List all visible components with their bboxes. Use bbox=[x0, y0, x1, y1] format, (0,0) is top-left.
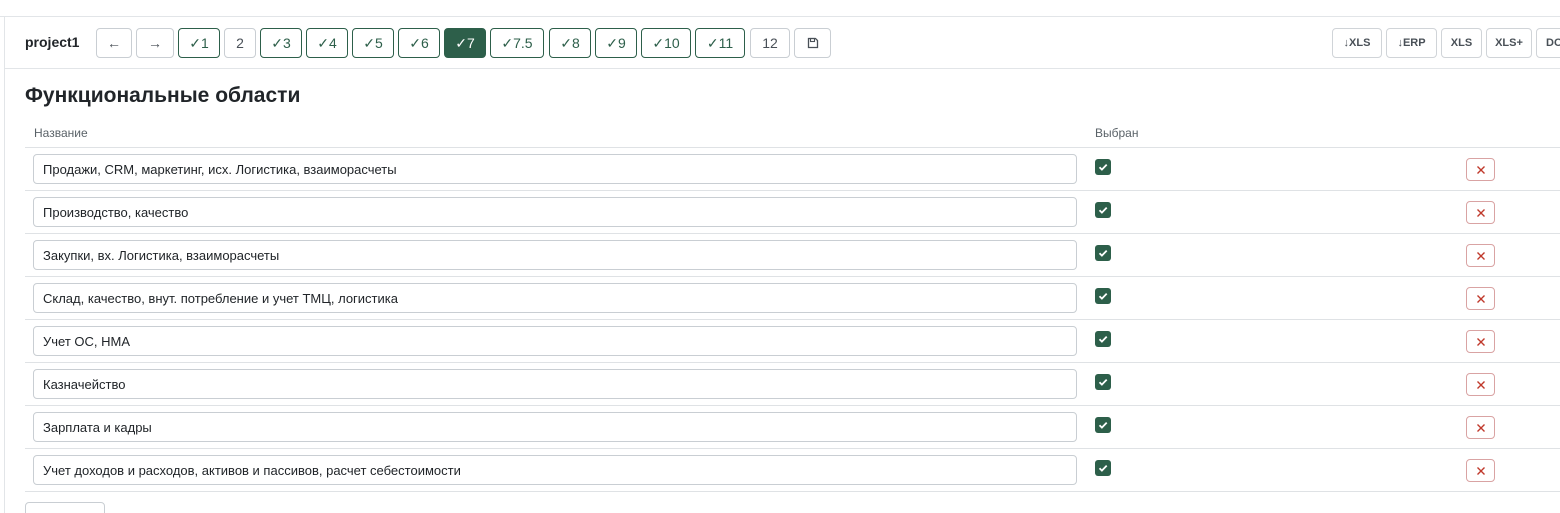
checkmark-icon bbox=[1098, 335, 1108, 343]
step-button[interactable]: ✓7.5 bbox=[490, 28, 544, 58]
table-row bbox=[25, 406, 1560, 449]
left-rule bbox=[4, 17, 5, 513]
selected-checkbox[interactable] bbox=[1095, 202, 1111, 218]
table-row bbox=[25, 449, 1560, 492]
step-button[interactable]: ✓7 bbox=[444, 28, 486, 58]
table-row bbox=[25, 191, 1560, 234]
step-button[interactable]: 2 bbox=[224, 28, 256, 58]
close-icon bbox=[1476, 294, 1485, 303]
delete-row-button[interactable] bbox=[1466, 459, 1495, 482]
export-xls-download-button[interactable]: ↓XLS bbox=[1332, 28, 1382, 58]
table-row bbox=[25, 148, 1560, 191]
close-icon bbox=[1476, 423, 1485, 432]
checkmark-icon bbox=[1098, 464, 1108, 472]
table-row bbox=[25, 320, 1560, 363]
project-name: project1 bbox=[25, 34, 80, 50]
table-row bbox=[25, 363, 1560, 406]
section-title: Функциональные области bbox=[25, 84, 301, 107]
selected-checkbox[interactable] bbox=[1095, 159, 1111, 175]
back-button[interactable]: ← bbox=[96, 28, 132, 58]
area-name-input[interactable] bbox=[33, 197, 1077, 227]
step-button[interactable]: ✓6 bbox=[398, 28, 440, 58]
export-erp-download-button[interactable]: ↓ERP bbox=[1386, 28, 1437, 58]
checkmark-icon bbox=[1098, 292, 1108, 300]
delete-row-button[interactable] bbox=[1466, 330, 1495, 353]
save-icon bbox=[807, 37, 818, 49]
close-icon bbox=[1476, 337, 1485, 346]
checkmark-icon bbox=[1098, 378, 1108, 386]
column-header-name: Название bbox=[34, 126, 88, 140]
step-button[interactable]: ✓8 bbox=[549, 28, 591, 58]
delete-row-button[interactable] bbox=[1466, 244, 1495, 267]
table-row bbox=[25, 277, 1560, 320]
add-row-button[interactable] bbox=[25, 502, 105, 513]
forward-button[interactable]: → bbox=[136, 28, 174, 58]
step-button[interactable]: ✓11 bbox=[695, 28, 745, 58]
step-button[interactable]: ✓5 bbox=[352, 28, 394, 58]
step-button[interactable]: 12 bbox=[750, 28, 790, 58]
save-button[interactable] bbox=[794, 28, 831, 58]
export-xls-plus-button[interactable]: XLS+ bbox=[1486, 28, 1532, 58]
close-icon bbox=[1476, 466, 1485, 475]
top-strip bbox=[0, 0, 1560, 17]
area-name-input[interactable] bbox=[33, 283, 1077, 313]
area-name-input[interactable] bbox=[33, 326, 1077, 356]
checkmark-icon bbox=[1098, 421, 1108, 429]
export-doc-button[interactable]: DO bbox=[1536, 28, 1560, 58]
selected-checkbox[interactable] bbox=[1095, 288, 1111, 304]
checkmark-icon bbox=[1098, 206, 1108, 214]
selected-checkbox[interactable] bbox=[1095, 374, 1111, 390]
area-name-input[interactable] bbox=[33, 240, 1077, 270]
area-name-input[interactable] bbox=[33, 154, 1077, 184]
selected-checkbox[interactable] bbox=[1095, 460, 1111, 476]
close-icon bbox=[1476, 208, 1485, 217]
area-name-input[interactable] bbox=[33, 412, 1077, 442]
delete-row-button[interactable] bbox=[1466, 201, 1495, 224]
toolbar: project1 ← → ✓1 2 ✓3 ✓4 ✓5 ✓6 ✓7 ✓7.5 ✓8… bbox=[5, 17, 1560, 69]
step-button[interactable]: ✓3 bbox=[260, 28, 302, 58]
delete-row-button[interactable] bbox=[1466, 158, 1495, 181]
area-name-input[interactable] bbox=[33, 455, 1077, 485]
close-icon bbox=[1476, 380, 1485, 389]
selected-checkbox[interactable] bbox=[1095, 417, 1111, 433]
area-name-input[interactable] bbox=[33, 369, 1077, 399]
close-icon bbox=[1476, 251, 1485, 260]
delete-row-button[interactable] bbox=[1466, 373, 1495, 396]
delete-row-button[interactable] bbox=[1466, 287, 1495, 310]
checkmark-icon bbox=[1098, 249, 1108, 257]
export-xls-button[interactable]: XLS bbox=[1441, 28, 1482, 58]
close-icon bbox=[1476, 165, 1485, 174]
step-button[interactable]: ✓4 bbox=[306, 28, 348, 58]
step-button[interactable]: ✓9 bbox=[595, 28, 637, 58]
step-button[interactable]: ✓1 bbox=[178, 28, 220, 58]
selected-checkbox[interactable] bbox=[1095, 331, 1111, 347]
step-button[interactable]: ✓10 bbox=[641, 28, 691, 58]
delete-row-button[interactable] bbox=[1466, 416, 1495, 439]
column-header-selected: Выбран bbox=[1095, 126, 1139, 140]
checkmark-icon bbox=[1098, 163, 1108, 171]
selected-checkbox[interactable] bbox=[1095, 245, 1111, 261]
table-row bbox=[25, 234, 1560, 277]
